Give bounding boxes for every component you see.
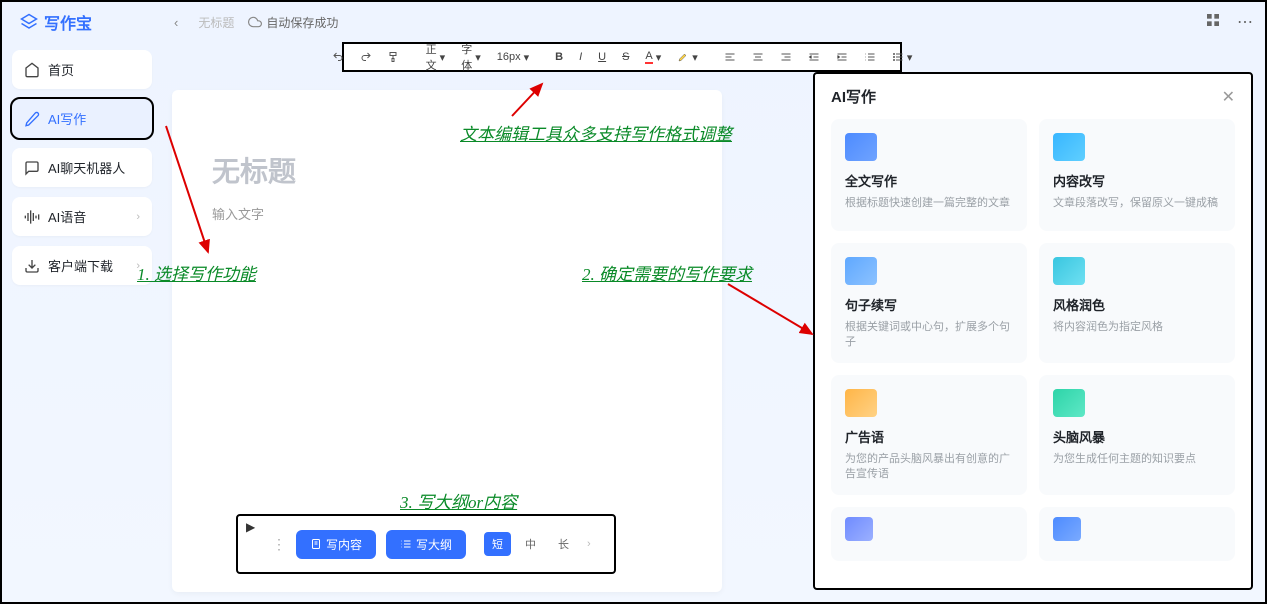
chevron-right-icon: › bbox=[136, 211, 140, 223]
app-name: 写作宝 bbox=[44, 10, 92, 34]
list-icon bbox=[400, 538, 412, 550]
top-right: ⋯ bbox=[1205, 12, 1253, 33]
app-logo[interactable]: 写作宝 bbox=[14, 10, 98, 34]
font-family-select[interactable]: 字体 ▾ bbox=[458, 39, 484, 75]
ai-card-partial-2[interactable] bbox=[1039, 507, 1235, 561]
continue-icon bbox=[845, 257, 877, 285]
sidebar-item-ai-write[interactable]: AI写作 bbox=[12, 99, 152, 138]
cloud-icon bbox=[248, 15, 262, 29]
ai-card-brainstorm[interactable]: 头脑风暴 为您生成任何主题的知识要点 bbox=[1039, 375, 1235, 495]
rewrite-icon bbox=[1053, 133, 1085, 161]
ai-card-ads[interactable]: 广告语 为您的产品头脑风暴出有创意的广告宣传语 bbox=[831, 375, 1027, 495]
close-icon[interactable]: ✕ bbox=[1222, 87, 1235, 107]
align-left-button[interactable] bbox=[721, 49, 739, 65]
indent-increase-button[interactable] bbox=[833, 49, 851, 65]
autosave-status: 自动保存成功 bbox=[248, 14, 338, 31]
chevron-right-icon[interactable]: › bbox=[587, 538, 591, 550]
sidebar-item-chatbot[interactable]: AI聊天机器人 bbox=[12, 148, 152, 187]
length-medium-button[interactable]: 中 bbox=[517, 532, 544, 556]
sidebar-item-label: 客户端下载 bbox=[48, 256, 113, 275]
editor-toolbar: 正文 ▾ 字体 ▾ 16px ▾ B I U S A ▾ ▾ ▾ bbox=[342, 42, 902, 72]
grid-icon[interactable] bbox=[1205, 12, 1221, 33]
underline-button[interactable]: U bbox=[595, 49, 609, 65]
length-short-button[interactable]: 短 bbox=[484, 532, 511, 556]
sidebar: 首页 AI写作 AI聊天机器人 AI语音 › 客户端下载 › bbox=[2, 42, 162, 602]
sidebar-item-label: AI聊天机器人 bbox=[48, 158, 125, 177]
ads-icon bbox=[845, 389, 877, 417]
font-color-button[interactable]: A ▾ bbox=[642, 48, 664, 66]
pen-icon bbox=[24, 111, 40, 127]
length-segment: 短 中 长 › bbox=[484, 532, 591, 556]
ordered-list-button[interactable] bbox=[861, 49, 879, 65]
ai-card-partial-1[interactable] bbox=[831, 507, 1027, 561]
download-icon bbox=[24, 258, 40, 274]
doc-title: 无标题 bbox=[198, 14, 234, 31]
highlight-button[interactable]: ▾ bbox=[674, 49, 701, 66]
home-icon bbox=[24, 62, 40, 78]
align-center-button[interactable] bbox=[749, 49, 767, 65]
bottom-tools: ▶ ⋮ 写内容 写大纲 短 中 长 › bbox=[236, 514, 616, 574]
play-icon[interactable]: ▶ bbox=[246, 520, 255, 534]
ai-write-panel: AI写作 ✕ 全文写作 根据标题快速创建一篇完整的文章 内容改写 文章段落改写，… bbox=[813, 72, 1253, 590]
length-long-button[interactable]: 长 bbox=[550, 532, 577, 556]
indent-decrease-button[interactable] bbox=[805, 49, 823, 65]
sidebar-item-label: AI写作 bbox=[48, 109, 86, 128]
italic-button[interactable]: I bbox=[576, 49, 585, 65]
title-placeholder[interactable]: 无标题 bbox=[212, 150, 682, 190]
doc-icon bbox=[310, 538, 322, 550]
ai-card-fullwrite[interactable]: 全文写作 根据标题快速创建一篇完整的文章 bbox=[831, 119, 1027, 231]
text-style-select[interactable]: 正文 ▾ bbox=[423, 39, 449, 75]
undo-button[interactable] bbox=[329, 49, 347, 65]
write-outline-button[interactable]: 写大纲 bbox=[386, 530, 466, 559]
editor-canvas[interactable]: 无标题 输入文字 ▶ ⋮ 写内容 写大纲 短 中 长 › bbox=[172, 90, 722, 592]
partial-icon bbox=[845, 517, 873, 541]
chevron-down-icon: ▾ bbox=[440, 51, 446, 64]
polish-icon bbox=[1053, 257, 1085, 285]
font-size-select[interactable]: 16px ▾ bbox=[494, 49, 532, 66]
ai-card-rewrite[interactable]: 内容改写 文章段落改写，保留原义一键成稿 bbox=[1039, 119, 1235, 231]
voice-icon bbox=[24, 209, 40, 225]
top-center: ‹ 无标题 自动保存成功 bbox=[168, 13, 338, 32]
align-right-button[interactable] bbox=[777, 49, 795, 65]
chevron-down-icon: ▾ bbox=[475, 51, 481, 64]
brainstorm-icon bbox=[1053, 389, 1085, 417]
sidebar-item-home[interactable]: 首页 bbox=[12, 50, 152, 89]
more-icon[interactable]: ⋯ bbox=[1237, 12, 1253, 32]
ai-card-polish[interactable]: 风格润色 将内容润色为指定风格 bbox=[1039, 243, 1235, 363]
bold-button[interactable]: B bbox=[552, 49, 566, 65]
sidebar-item-download[interactable]: 客户端下载 › bbox=[12, 246, 152, 285]
more-options-button[interactable]: ⋮ bbox=[272, 536, 286, 553]
ai-card-grid: 全文写作 根据标题快速创建一篇完整的文章 内容改写 文章段落改写，保留原义一键成… bbox=[831, 119, 1235, 561]
chat-icon bbox=[24, 160, 40, 176]
redo-button[interactable] bbox=[357, 49, 375, 65]
format-paint-button[interactable] bbox=[385, 49, 403, 65]
partial-icon bbox=[1053, 517, 1081, 541]
body-placeholder[interactable]: 输入文字 bbox=[212, 204, 682, 223]
sidebar-item-label: AI语音 bbox=[48, 207, 86, 226]
ai-card-continue[interactable]: 句子续写 根据关键词或中心句，扩展多个句子 bbox=[831, 243, 1027, 363]
top-bar: 写作宝 ‹ 无标题 自动保存成功 ⋯ bbox=[2, 2, 1265, 42]
bullet-list-button[interactable]: ▾ bbox=[889, 49, 916, 66]
chevron-down-icon: ▾ bbox=[524, 51, 530, 64]
panel-title: AI写作 bbox=[831, 86, 876, 107]
strikethrough-button[interactable]: S bbox=[619, 49, 632, 65]
write-content-button[interactable]: 写内容 bbox=[296, 530, 376, 559]
sidebar-item-voice[interactable]: AI语音 › bbox=[12, 197, 152, 236]
fullwrite-icon bbox=[845, 133, 877, 161]
chevron-right-icon: › bbox=[136, 260, 140, 272]
sidebar-item-label: 首页 bbox=[48, 60, 74, 79]
back-button[interactable]: ‹ bbox=[168, 13, 184, 32]
